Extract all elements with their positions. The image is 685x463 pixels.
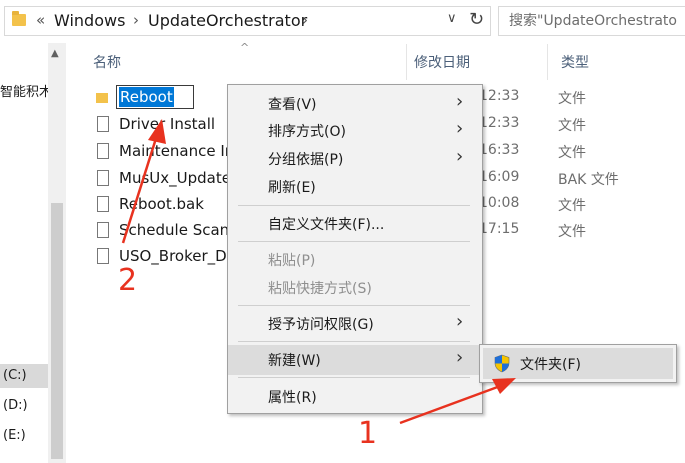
menu-separator [238,377,470,378]
chevron-down-icon[interactable]: ∨ [447,11,457,26]
address-bar: « Windows › UpdateOrchestrator › ∨ ↻ [0,0,685,43]
menu-item-customize-folder[interactable]: 自定义文件夹(F)... [228,209,482,239]
menu-item-label: 粘贴(P) [268,253,316,269]
menu-item-give-access[interactable]: 授予访问权限(G) › [228,309,482,339]
menu-item-label: 新建(W) [268,353,321,369]
file-name[interactable]: Driver Install [119,115,215,133]
file-name[interactable]: Reboot.bak [119,195,204,213]
annotation-step-1: 1 [358,416,378,451]
chevron-right-icon[interactable]: › [133,11,139,29]
search-input[interactable] [499,7,685,35]
search-box[interactable] [498,6,685,36]
menu-item-paste: 粘贴(P) [228,245,482,275]
scroll-up-icon[interactable]: ▲ [51,48,59,59]
column-divider[interactable] [406,44,407,80]
file-type: 文件 [558,198,586,214]
scrollbar-thumb[interactable] [51,203,63,459]
nav-scrollbar[interactable]: ▲ [48,43,66,463]
column-header-date[interactable]: 修改日期 [414,52,470,72]
file-type: 文件 [558,224,586,240]
file-icon [97,143,109,159]
menu-item-label: 授予访问权限(G) [268,317,374,333]
menu-separator [238,241,470,242]
nav-item-smart-blocks[interactable]: 智能积木 [0,81,48,100]
menu-item-label: 属性(R) [268,390,317,406]
menu-separator [238,305,470,306]
chevron-right-icon: › [456,311,464,332]
file-name[interactable]: MusUx_Update [119,169,231,187]
submenu-item-label: 文件夹(F) [520,357,581,373]
address-box[interactable]: « Windows › UpdateOrchestrator › ∨ ↻ [4,6,491,36]
file-date: 16:09 [479,169,520,185]
folder-icon [96,93,108,103]
breadcrumb-updateorchestrator[interactable]: UpdateOrchestrator [148,11,307,30]
navigation-pane: 智能积木 (C:) (D:) (E:) [0,43,48,463]
chevron-right-icon: › [456,118,464,139]
nav-item-drive-d[interactable]: (D:) [0,398,28,413]
refresh-icon[interactable]: ↻ [469,9,484,30]
rename-selected-text[interactable]: Reboot [119,87,174,107]
breadcrumb-windows[interactable]: Windows [54,11,125,30]
menu-item-properties[interactable]: 属性(R) [228,382,482,412]
rename-input[interactable]: Reboot [116,85,194,109]
file-icon [97,116,109,132]
file-name[interactable]: Schedule Scan [119,221,229,239]
folder-icon [12,11,26,26]
file-icon [97,248,109,264]
menu-item-label: 查看(V) [268,97,317,113]
menu-separator [238,341,470,342]
menu-item-label: 自定义文件夹(F)... [268,217,385,233]
submenu-item-new-folder[interactable]: 文件夹(F) [483,348,673,379]
column-header-name[interactable]: 名称 [93,52,121,72]
file-icon [97,170,109,186]
chevron-right-icon: › [456,91,464,112]
file-date: 17:15 [479,221,520,237]
file-type: 文件 [558,91,586,107]
annotation-step-2: 2 [118,263,138,298]
file-date: 12:33 [479,88,520,104]
column-header-type[interactable]: 类型 [561,52,589,72]
context-menu: 查看(V) › 排序方式(O) › 分组依据(P) › 刷新(E) 自定义文件夹… [227,84,483,414]
nav-item-drive-c[interactable]: (C:) [0,364,48,388]
menu-item-group-by[interactable]: 分组依据(P) › [228,144,482,174]
uac-shield-icon [494,354,510,373]
menu-item-refresh[interactable]: 刷新(E) [228,172,482,202]
file-icon [97,222,109,238]
menu-item-sort-by[interactable]: 排序方式(O) › [228,116,482,146]
file-date: 12:33 [479,115,520,131]
file-date: 10:08 [479,195,520,211]
file-type: 文件 [558,145,586,161]
file-type: BAK 文件 [558,172,619,188]
nav-item-drive-e[interactable]: (E:) [0,428,26,443]
menu-item-label: 刷新(E) [268,180,316,196]
file-date: 16:33 [479,142,520,158]
menu-item-label: 排序方式(O) [268,124,346,140]
column-divider[interactable] [547,44,548,80]
menu-item-new[interactable]: 新建(W) › [228,345,482,375]
chevron-right-icon: › [456,146,464,167]
menu-item-view[interactable]: 查看(V) › [228,89,482,119]
menu-item-label: 分组依据(P) [268,152,344,168]
chevron-right-icon[interactable]: › [302,11,308,29]
overflow-chevrons-icon[interactable]: « [36,11,45,29]
new-submenu: 文件夹(F) [479,344,677,383]
menu-separator [238,205,470,206]
menu-item-paste-shortcut: 粘贴快捷方式(S) [228,273,482,303]
file-icon [97,196,109,212]
file-name[interactable]: Maintenance In [119,142,234,160]
menu-item-label: 粘贴快捷方式(S) [268,281,372,297]
sort-ascending-icon: ^ [240,41,250,54]
file-type: 文件 [558,118,586,134]
chevron-right-icon: › [456,347,464,368]
